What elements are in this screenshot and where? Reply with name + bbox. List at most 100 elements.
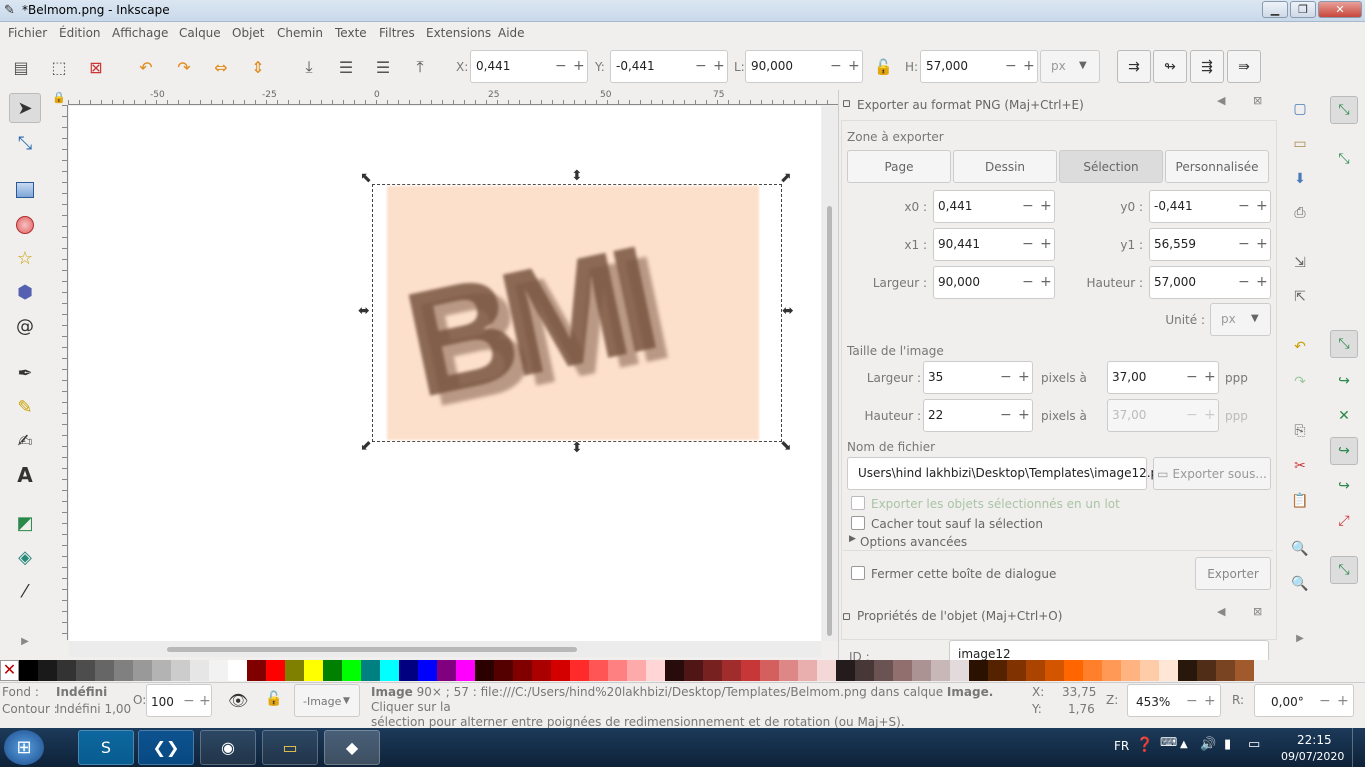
color-swatch[interactable]: [95, 660, 114, 681]
color-swatch[interactable]: [1197, 660, 1216, 681]
color-swatch[interactable]: [1216, 660, 1235, 681]
circle-tool-icon[interactable]: [9, 210, 41, 240]
minus-icon[interactable]: −: [1186, 693, 1198, 709]
color-swatch[interactable]: [171, 660, 190, 681]
zoom-selection-icon[interactable]: 🔍: [1289, 538, 1311, 560]
network-icon[interactable]: ▮: [1224, 737, 1231, 752]
color-swatch[interactable]: [836, 660, 855, 681]
plus-icon[interactable]: +: [199, 693, 211, 709]
transform-patterns-button[interactable]: ⇛: [1227, 50, 1261, 83]
flip-vertical-icon[interactable]: ⇕: [247, 56, 269, 78]
plus-icon[interactable]: +: [1040, 198, 1052, 214]
lower-bottom-icon[interactable]: ⤓: [298, 56, 320, 78]
resize-handle-ne-icon[interactable]: ⬈: [780, 170, 792, 186]
rectangle-tool-icon[interactable]: [9, 175, 41, 205]
scale-stroke-button[interactable]: ⇉: [1117, 50, 1151, 83]
menu-affichage[interactable]: Affichage: [112, 26, 168, 40]
show-desktop-button[interactable]: [1352, 728, 1365, 767]
color-swatch[interactable]: [1045, 660, 1064, 681]
color-swatch[interactable]: [494, 660, 513, 681]
export-height-input[interactable]: 57,000 − +: [1149, 266, 1271, 299]
minus-icon[interactable]: −: [1005, 58, 1017, 74]
color-swatch[interactable]: [513, 660, 532, 681]
snap-intersections-icon[interactable]: ✕: [1333, 405, 1355, 427]
color-swatch[interactable]: [38, 660, 57, 681]
expander-icon[interactable]: ▶: [849, 534, 856, 544]
color-swatch[interactable]: [1178, 660, 1197, 681]
chrome-icon[interactable]: ◉: [200, 730, 256, 765]
minus-icon[interactable]: −: [183, 693, 195, 709]
star-tool-icon[interactable]: ☆: [9, 243, 41, 273]
plus-icon[interactable]: +: [1337, 693, 1349, 709]
close-button[interactable]: ✕: [1318, 1, 1362, 18]
color-swatch[interactable]: [266, 660, 285, 681]
color-swatch[interactable]: [285, 660, 304, 681]
vertical-scrollbar[interactable]: [822, 106, 838, 641]
resize-handle-w-icon[interactable]: ⬌: [358, 303, 370, 319]
snap-nodes-icon[interactable]: ⤡: [1330, 330, 1358, 358]
lock-icon[interactable]: 🔓: [874, 58, 893, 76]
flip-horizontal-icon[interactable]: ⇔: [210, 56, 232, 78]
y0-input[interactable]: -0,441 − +: [1149, 190, 1271, 223]
image-object[interactable]: BMI BMI: [387, 186, 759, 440]
cut-icon[interactable]: ✂: [1289, 455, 1311, 477]
y1-input[interactable]: 56,559 − +: [1149, 228, 1271, 261]
keyboard-icon[interactable]: ⌨: [1160, 735, 1177, 749]
menu-objet[interactable]: Objet: [232, 26, 264, 40]
x-input[interactable]: 0,441 − +: [470, 50, 588, 83]
plus-icon[interactable]: +: [1040, 274, 1052, 290]
rotate-cw-icon[interactable]: ↷: [173, 56, 195, 78]
tab-personnalisee[interactable]: Personnalisée: [1165, 150, 1269, 183]
save-icon[interactable]: ⬇: [1289, 168, 1311, 190]
tab-selection[interactable]: Sélection: [1059, 150, 1163, 183]
color-swatch[interactable]: [323, 660, 342, 681]
color-swatch[interactable]: [114, 660, 133, 681]
open-icon[interactable]: ▭: [1289, 133, 1311, 155]
img-width-input[interactable]: 35 − +: [923, 361, 1033, 394]
color-swatch[interactable]: [1159, 660, 1178, 681]
plus-icon[interactable]: +: [1256, 198, 1268, 214]
expand-commands-icon[interactable]: ▶: [1289, 627, 1311, 649]
calligraphy-tool-icon[interactable]: ✍: [9, 426, 41, 456]
inkscape-taskbar-icon[interactable]: ◆: [324, 730, 380, 765]
spiral-tool-icon[interactable]: @: [9, 311, 41, 341]
color-swatch[interactable]: [228, 660, 247, 681]
id-input[interactable]: image12: [949, 640, 1269, 661]
color-swatch[interactable]: [817, 660, 836, 681]
color-swatch[interactable]: [1235, 660, 1254, 681]
plus-icon[interactable]: +: [848, 58, 860, 74]
canvas[interactable]: BMI BMI ⬉ ⬍ ⬈ ⬌ ⬌ ⬋ ⬍ ⬊: [69, 106, 821, 641]
color-swatch[interactable]: [684, 660, 703, 681]
color-swatch[interactable]: [551, 660, 570, 681]
plus-icon[interactable]: +: [1204, 369, 1216, 385]
skype-icon[interactable]: S: [78, 730, 134, 765]
color-swatch[interactable]: [931, 660, 950, 681]
plus-icon[interactable]: +: [573, 58, 585, 74]
plus-icon[interactable]: +: [1256, 236, 1268, 252]
start-button-icon[interactable]: ⊞: [4, 730, 44, 765]
lower-icon[interactable]: ☰: [335, 56, 357, 78]
props-close-icon[interactable]: ⊠: [1253, 605, 1262, 618]
text-tool-icon[interactable]: A: [9, 460, 41, 490]
volume-icon[interactable]: 🔊: [1200, 737, 1216, 752]
resize-handle-se-icon[interactable]: ⬊: [780, 438, 792, 454]
y-input[interactable]: -0,441 − +: [610, 50, 728, 83]
export-width-input[interactable]: 90,000 − +: [933, 266, 1055, 299]
fill-value[interactable]: Indéfini: [56, 685, 107, 699]
color-swatch[interactable]: [190, 660, 209, 681]
color-swatch[interactable]: [247, 660, 266, 681]
color-swatch[interactable]: [342, 660, 361, 681]
x1-input[interactable]: 90,441 − +: [933, 228, 1055, 261]
snap-smooth-icon[interactable]: ↪: [1330, 437, 1358, 465]
help-icon[interactable]: ❓: [1136, 737, 1153, 753]
color-swatch[interactable]: [969, 660, 988, 681]
zoom-drawing-icon[interactable]: 🔍: [1289, 573, 1311, 595]
color-swatch[interactable]: [76, 660, 95, 681]
resize-handle-e-icon[interactable]: ⬌: [782, 303, 794, 319]
3d-box-tool-icon[interactable]: ⬢: [9, 277, 41, 307]
snap-toggle-icon[interactable]: ⤡: [1330, 96, 1358, 124]
color-swatch[interactable]: [1102, 660, 1121, 681]
color-swatch[interactable]: [893, 660, 912, 681]
plus-icon[interactable]: +: [713, 58, 725, 74]
minimize-button[interactable]: ▁: [1262, 1, 1288, 18]
